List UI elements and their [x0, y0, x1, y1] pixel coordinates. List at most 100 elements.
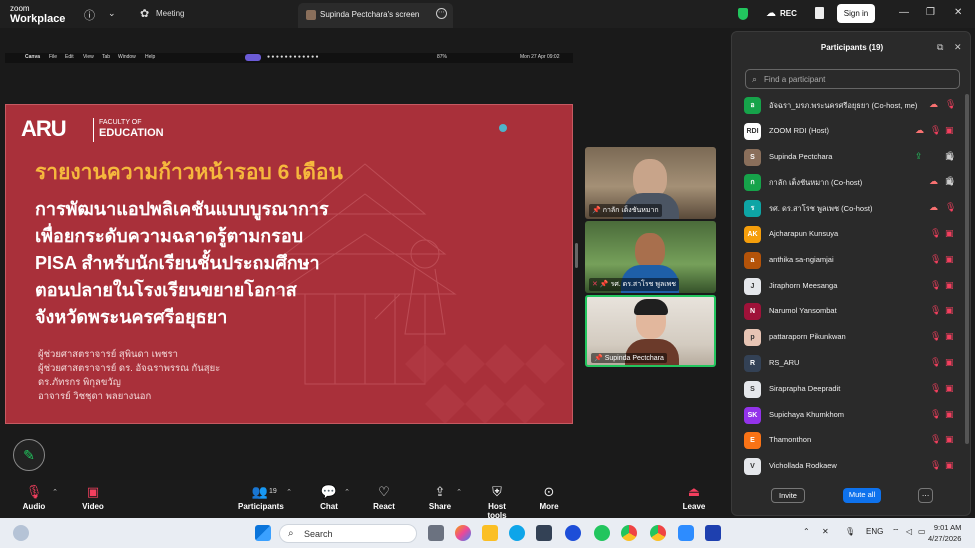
video-tile-3-active-speaker[interactable]: 📌 Supinda Pectchara [585, 295, 716, 367]
close-icon[interactable]: ✕ [954, 7, 962, 18]
audio-button[interactable]: 🎙 Audio ⌃ [20, 480, 58, 518]
network-icon[interactable]: ✕ [822, 527, 829, 536]
video-tile-1[interactable]: 📌 กาลัก เต็งชันหมาก [585, 147, 716, 219]
word-icon[interactable] [705, 525, 721, 541]
copilot-icon[interactable] [455, 525, 471, 541]
participants-button[interactable]: 👥 19 Participants ⌃ [238, 480, 292, 518]
participant-row[interactable]: V Vichollada Rodkaew 🎙 ▣ [732, 455, 964, 477]
annotate-pencil-button[interactable]: ✎ [13, 439, 45, 471]
leave-button[interactable]: ⏏ Leave [682, 480, 706, 518]
chat-button[interactable]: 💬 Chat ⌃ [318, 480, 350, 518]
chat-caret-icon[interactable]: ⌃ [344, 488, 350, 496]
presenter-avatar-icon [306, 10, 316, 20]
recording-label[interactable]: REC [780, 9, 797, 18]
chrome-profile-icon[interactable] [650, 525, 666, 541]
encryption-shield-icon[interactable] [738, 8, 748, 20]
participant-search[interactable]: ⌕ [745, 69, 960, 89]
edge-icon[interactable] [509, 525, 525, 541]
windows-start-icon[interactable] [255, 525, 271, 541]
screen-share-icon: ⇪ [915, 150, 923, 161]
resize-handle[interactable] [575, 243, 578, 268]
participant-row[interactable]: p pattaraporn Pikunkwan 🎙 ▣ [732, 326, 964, 348]
invite-button[interactable]: Invite [771, 488, 805, 503]
language-indicator[interactable]: ENG [866, 527, 883, 536]
participant-row[interactable]: E Thamonthon 🎙 ▣ [732, 429, 964, 451]
participant-row[interactable]: SK Supichaya Khumkhom 🎙 ▣ [732, 404, 964, 426]
weather-widget-icon[interactable] [13, 525, 29, 541]
participant-hair [634, 299, 668, 315]
participants-scrollbar[interactable] [965, 94, 969, 444]
video-off-icon: ▣ [945, 253, 954, 264]
muted-mic-icon: 🎙 [930, 460, 942, 471]
windows-search-box[interactable]: ⌕ Search [279, 524, 417, 543]
participants-caret-icon[interactable]: ⌃ [286, 488, 292, 496]
info-icon[interactable]: ⓘ [84, 7, 95, 23]
audio-label: Audio [22, 502, 46, 511]
video-tile-name: 📌 กาลัก เต็งชันหมาก [589, 204, 662, 217]
participant-row[interactable]: กกาลัก เต็งชันหมาก (Co-host) ☁ 🎙 ▣ [732, 171, 964, 193]
muted-mic-icon: 🎙 [930, 357, 942, 367]
meeting-label[interactable]: Meeting [156, 9, 184, 18]
audio-options-caret-icon[interactable]: ⌃ [52, 488, 58, 496]
shield-icon: ⛨ [492, 484, 502, 499]
share-screen-icon: ⇪ [434, 484, 446, 499]
participant-search-input[interactable] [764, 72, 954, 87]
file-explorer-icon[interactable] [482, 525, 498, 541]
slide-authors: ผู้ช่วยศาสตราจารย์ สุพินดา เพชรา ผู้ช่วย… [38, 348, 220, 404]
mic-icon[interactable]: 🎙 [845, 527, 855, 536]
share-caret-icon[interactable]: ⌃ [456, 488, 462, 496]
wifi-icon[interactable]: ⌔ [892, 527, 900, 537]
participant-face [635, 233, 665, 269]
share-button[interactable]: ⇪ Share ⌃ [428, 480, 462, 518]
chat-icon: 💬 [320, 484, 338, 499]
mac-battery: 87% [437, 54, 448, 60]
search-icon: ⌕ [288, 528, 294, 539]
store-icon[interactable] [536, 525, 552, 541]
video-button[interactable]: ▣ Video [80, 480, 106, 518]
chrome-icon[interactable] [621, 525, 637, 541]
participant-row[interactable]: R RS_ARU 🎙 ▣ [732, 352, 964, 374]
mute-all-button[interactable]: Mute all [843, 488, 881, 503]
tray-chevron-icon[interactable]: ⌃ [803, 527, 810, 536]
close-panel-icon[interactable]: ✕ [954, 42, 962, 53]
cloud-recording-icon: ☁ [929, 202, 938, 213]
zoom-window: zoom Workplace ⓘ ⌄ ✿ Meeting Supinda Pec… [0, 0, 975, 548]
participant-row[interactable]: AK Ajcharapun Kunsuya 🎙 ▣ [732, 223, 964, 245]
battery-icon[interactable]: ▭ [918, 527, 926, 536]
chevron-down-icon[interactable]: ⌄ [108, 8, 116, 19]
pop-out-icon[interactable]: ⧉ [937, 42, 943, 53]
participant-name: Ajcharapun Kunsuya [769, 229, 839, 238]
minimize-icon[interactable]: — [899, 7, 909, 18]
muted-mic-icon: 🎙 [930, 253, 942, 264]
pin-icon: 📌 [599, 281, 609, 288]
participant-row[interactable]: ร รศ. ดร.สาโรช พูลเพช (Co-host) ☁ 🎙 [732, 197, 964, 219]
participant-avatar: ก [744, 174, 761, 192]
react-button[interactable]: ♡ React [372, 480, 396, 518]
video-label: Video [82, 502, 104, 511]
participant-row[interactable]: อ อัจฉรา_มรภ.พระนครศรีอยุธยา (Co-host, me… [732, 94, 964, 116]
app-icon[interactable] [594, 525, 610, 541]
volume-icon[interactable]: ◁ [906, 527, 912, 536]
panel-more-button[interactable]: ⋯ [918, 488, 933, 503]
participant-row[interactable]: S Siraprapha Deepradit 🎙 ▣ [732, 378, 964, 400]
host-tools-button[interactable]: ⛨ Host tools [478, 480, 516, 520]
more-label: More [539, 502, 559, 511]
system-clock[interactable]: 9:01 AM 4/27/2026 [928, 522, 961, 544]
video-tile-2[interactable]: ✕ 📌 รศ. ดร.สาโรช พูลเพช [585, 221, 716, 293]
view-mode-icon[interactable] [815, 7, 824, 19]
hp-icon[interactable] [565, 525, 581, 541]
participant-row[interactable]: S Supinda Pectchara ⇪ 🎙 ▣ [732, 146, 964, 168]
participant-row[interactable]: N Narumol Yansombat 🎙 ▣ [732, 300, 964, 322]
zoom-taskbar-icon[interactable] [678, 525, 694, 541]
task-view-icon[interactable] [428, 525, 444, 541]
more-button[interactable]: ⊙ More [537, 480, 561, 518]
participant-avatar: RDI [744, 122, 761, 140]
participant-row[interactable]: J Jiraphorn Meesanga 🎙 ▣ [732, 275, 964, 297]
participant-row[interactable]: RDI ZOOM RDI (Host) ☁ 🎙 ▣ [732, 120, 964, 142]
participant-name: Supinda Pectchara [769, 151, 833, 161]
participant-row[interactable]: a anthika sa-ngiamjai 🎙 ▣ [732, 249, 964, 271]
shared-screen-tab[interactable]: Supinda Pectchara's screen ⋯ [298, 3, 453, 28]
sign-in-button[interactable]: Sign in [837, 4, 875, 23]
restore-icon[interactable]: ❐ [926, 7, 935, 18]
more-options-icon[interactable]: ⋯ [436, 8, 447, 19]
